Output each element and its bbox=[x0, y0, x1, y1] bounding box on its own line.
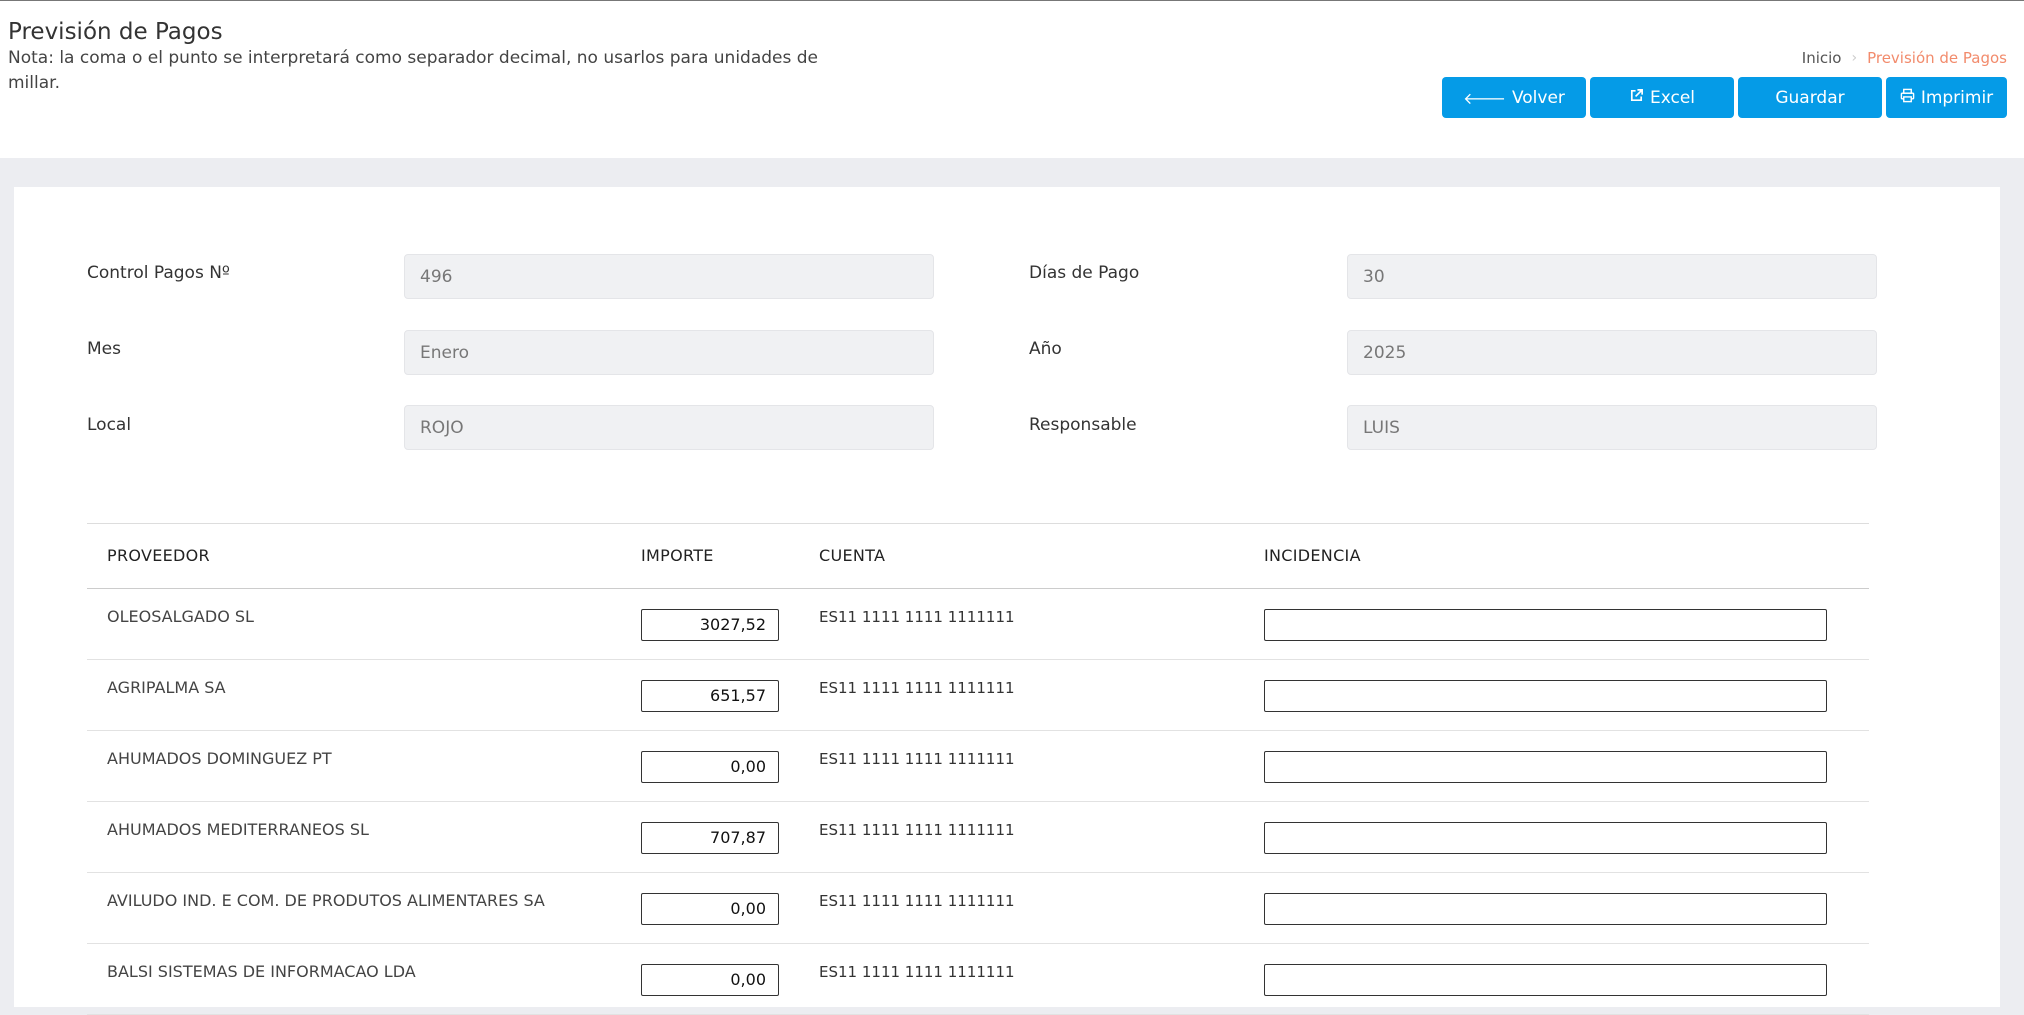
cuenta-text: ES11 1111 1111 1111111 bbox=[819, 821, 1015, 839]
cuenta-cell: ES11 1111 1111 1111111 bbox=[819, 872, 1264, 944]
importe-cell bbox=[641, 872, 819, 944]
dias-pago-label: Días de Pago bbox=[1029, 263, 1140, 283]
importe-cell bbox=[641, 588, 819, 660]
cuenta-text: ES11 1111 1111 1111111 bbox=[819, 963, 1015, 981]
table-row: BALSI SISTEMAS DE INFORMACAO LDA ES11 11… bbox=[87, 943, 1869, 1015]
page-title: Previsión de Pagos bbox=[8, 19, 223, 45]
importe-cell bbox=[641, 659, 819, 731]
imprimir-button[interactable]: Imprimir bbox=[1886, 77, 2007, 118]
cuenta-text: ES11 1111 1111 1111111 bbox=[819, 679, 1015, 697]
importe-input[interactable] bbox=[641, 750, 779, 783]
table-header-row: PROVEEDOR IMPORTE CUENTA INCIDENCIA bbox=[87, 524, 1869, 589]
decimal-note: Nota: la coma o el punto se interpretará… bbox=[8, 48, 819, 93]
importe-cell bbox=[641, 943, 819, 1015]
page-header: Previsión de Pagos Nota: la coma o el pu… bbox=[0, 0, 2024, 158]
incidencia-cell bbox=[1264, 801, 1869, 873]
cuenta-text: ES11 1111 1111 1111111 bbox=[819, 608, 1015, 626]
header-importe: IMPORTE bbox=[641, 524, 819, 589]
table-row: AHUMADOS MEDITERRANEOS SL ES11 1111 1111… bbox=[87, 801, 1869, 873]
breadcrumb: Inicio › Previsión de Pagos bbox=[1802, 49, 2007, 67]
incidencia-input[interactable] bbox=[1264, 608, 1827, 641]
incidencia-cell bbox=[1264, 872, 1869, 944]
payments-table-wrapper: PROVEEDOR IMPORTE CUENTA INCIDENCIA OLEO… bbox=[87, 523, 1869, 1015]
proveedor-cell: BALSI SISTEMAS DE INFORMACAO LDA bbox=[87, 943, 641, 1015]
cuenta-cell: ES11 1111 1111 1111111 bbox=[819, 801, 1264, 873]
incidencia-input[interactable] bbox=[1264, 892, 1827, 925]
table-row: OLEOSALGADO SL ES11 1111 1111 1111111 bbox=[87, 588, 1869, 660]
breadcrumb-current: Previsión de Pagos bbox=[1867, 49, 2007, 67]
cuenta-cell: ES11 1111 1111 1111111 bbox=[819, 659, 1264, 731]
proveedor-name: AGRIPALMA SA bbox=[107, 678, 226, 697]
incidencia-input[interactable] bbox=[1264, 679, 1827, 712]
volver-label: Volver bbox=[1511, 87, 1565, 108]
proveedor-name: OLEOSALGADO SL bbox=[107, 607, 254, 626]
print-icon bbox=[1900, 88, 1915, 107]
payments-table: PROVEEDOR IMPORTE CUENTA INCIDENCIA OLEO… bbox=[87, 524, 1869, 1015]
form-card: Control Pagos Nº Días de Pago Mes Año Lo… bbox=[14, 187, 2000, 1015]
incidencia-cell bbox=[1264, 659, 1869, 731]
proveedor-cell: AHUMADOS DOMINGUEZ PT bbox=[87, 730, 641, 802]
responsable-label: Responsable bbox=[1029, 415, 1137, 435]
incidencia-cell bbox=[1264, 943, 1869, 1015]
incidencia-cell bbox=[1264, 730, 1869, 802]
cuenta-text: ES11 1111 1111 1111111 bbox=[819, 892, 1015, 910]
incidencia-input[interactable] bbox=[1264, 821, 1827, 854]
arrow-left-icon: 🡐 bbox=[1463, 88, 1506, 108]
mes-field[interactable] bbox=[404, 330, 934, 375]
guardar-button[interactable]: Guardar bbox=[1738, 77, 1882, 118]
proveedor-name: AHUMADOS DOMINGUEZ PT bbox=[107, 749, 332, 768]
proveedor-cell: AHUMADOS MEDITERRANEOS SL bbox=[87, 801, 641, 873]
responsable-field[interactable] bbox=[1347, 405, 1877, 450]
volver-button[interactable]: 🡐 Volver bbox=[1442, 77, 1586, 118]
importe-input[interactable] bbox=[641, 963, 779, 996]
mes-label: Mes bbox=[87, 339, 121, 359]
incidencia-cell bbox=[1264, 588, 1869, 660]
breadcrumb-home-link[interactable]: Inicio bbox=[1802, 49, 1842, 67]
proveedor-cell: AGRIPALMA SA bbox=[87, 659, 641, 731]
importe-cell bbox=[641, 801, 819, 873]
incidencia-input[interactable] bbox=[1264, 750, 1827, 783]
local-label: Local bbox=[87, 415, 132, 435]
importe-input[interactable] bbox=[641, 892, 779, 925]
anio-field[interactable] bbox=[1347, 330, 1877, 375]
proveedor-name: AHUMADOS MEDITERRANEOS SL bbox=[107, 820, 369, 839]
proveedor-name: BALSI SISTEMAS DE INFORMACAO LDA bbox=[107, 962, 416, 981]
importe-input[interactable] bbox=[641, 679, 779, 712]
proveedor-cell: OLEOSALGADO SL bbox=[87, 588, 641, 660]
cuenta-text: ES11 1111 1111 1111111 bbox=[819, 750, 1015, 768]
header-proveedor: PROVEEDOR bbox=[87, 524, 641, 589]
external-link-icon bbox=[1629, 88, 1644, 107]
importe-input[interactable] bbox=[641, 821, 779, 854]
proveedor-cell: AVILUDO IND. E COM. DE PRODUTOS ALIMENTA… bbox=[87, 872, 641, 944]
excel-label: Excel bbox=[1649, 87, 1696, 108]
cuenta-cell: ES11 1111 1111 1111111 bbox=[819, 943, 1264, 1015]
header-cuenta: CUENTA bbox=[819, 524, 1264, 589]
control-pagos-field[interactable] bbox=[404, 254, 934, 299]
chevron-right-icon: › bbox=[1851, 50, 1858, 66]
control-pagos-label: Control Pagos Nº bbox=[87, 263, 230, 283]
importe-cell bbox=[641, 730, 819, 802]
importe-input[interactable] bbox=[641, 608, 779, 641]
incidencia-input[interactable] bbox=[1264, 963, 1827, 996]
imprimir-label: Imprimir bbox=[1920, 87, 1994, 108]
dias-pago-field[interactable] bbox=[1347, 254, 1877, 299]
proveedor-name: AVILUDO IND. E COM. DE PRODUTOS ALIMENTA… bbox=[107, 891, 545, 910]
excel-button[interactable]: Excel bbox=[1590, 77, 1734, 118]
table-row: AHUMADOS DOMINGUEZ PT ES11 1111 1111 111… bbox=[87, 730, 1869, 802]
local-field[interactable] bbox=[404, 405, 934, 450]
table-row: AGRIPALMA SA ES11 1111 1111 1111111 bbox=[87, 659, 1869, 731]
cuenta-cell: ES11 1111 1111 1111111 bbox=[819, 588, 1264, 660]
table-row: AVILUDO IND. E COM. DE PRODUTOS ALIMENTA… bbox=[87, 872, 1869, 944]
header-incidencia: INCIDENCIA bbox=[1264, 524, 1869, 589]
toolbar: 🡐 Volver Excel Guardar Imprimir bbox=[1442, 77, 2007, 118]
anio-label: Año bbox=[1029, 339, 1062, 359]
cuenta-cell: ES11 1111 1111 1111111 bbox=[819, 730, 1264, 802]
